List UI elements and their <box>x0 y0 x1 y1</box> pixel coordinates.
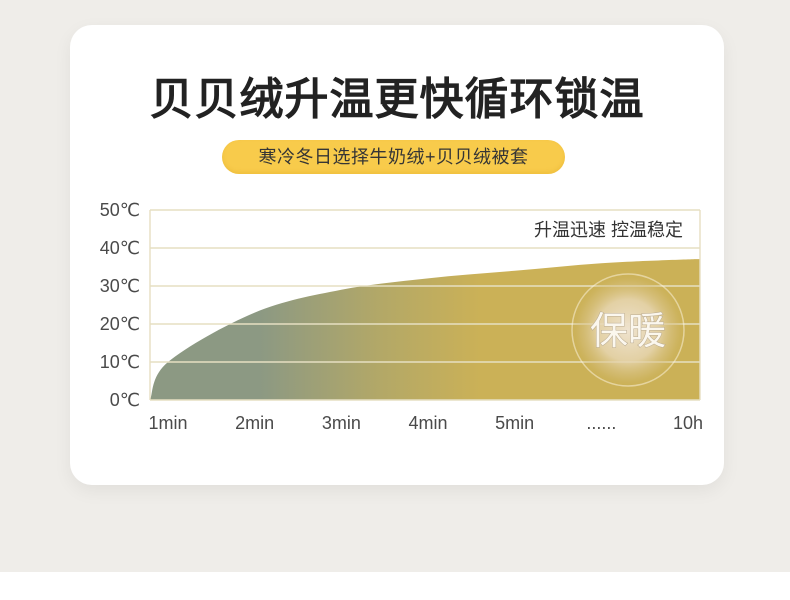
y-tick-label: 30℃ <box>100 276 140 296</box>
chart-annotation: 升温迅速 控温稳定 <box>534 220 683 240</box>
y-axis-labels: 0℃ 10℃ 20℃ 30℃ 40℃ 50℃ <box>100 200 140 410</box>
y-tick-label: 40℃ <box>100 238 140 258</box>
x-tick-label: 3min <box>322 413 361 433</box>
x-tick-label: 1min <box>148 413 187 433</box>
y-tick-label: 20℃ <box>100 314 140 334</box>
bottom-strip <box>0 572 790 600</box>
page: 贝贝绒升温更快循环锁温 寒冷冬日选择牛奶绒+贝贝绒被套 保暖 升温迅速 控温稳定… <box>0 0 790 600</box>
x-tick-label: 2min <box>235 413 274 433</box>
warmth-badge: 保暖 <box>571 273 685 387</box>
y-tick-label: 10℃ <box>100 352 140 372</box>
info-card: 贝贝绒升温更快循环锁温 寒冷冬日选择牛奶绒+贝贝绒被套 保暖 升温迅速 控温稳定… <box>70 25 724 485</box>
x-tick-label: 4min <box>408 413 447 433</box>
temperature-chart: 保暖 升温迅速 控温稳定 0℃ 10℃ 20℃ 30℃ 40℃ 50℃ 1min 2min 3… <box>100 200 703 433</box>
subtitle-badge: 寒冷冬日选择牛奶绒+贝贝绒被套 <box>222 140 565 174</box>
y-tick-label: 0℃ <box>110 390 140 410</box>
x-tick-label: ...... <box>586 413 616 433</box>
x-tick-label: 5min <box>495 413 534 433</box>
y-tick-label: 50℃ <box>100 200 140 220</box>
x-axis-labels: 1min 2min 3min 4min 5min...... 10h <box>148 413 703 433</box>
warmth-label: 保暖 <box>590 311 666 353</box>
x-tick-label: 10h <box>673 413 703 433</box>
page-title: 贝贝绒升温更快循环锁温 <box>149 75 645 124</box>
